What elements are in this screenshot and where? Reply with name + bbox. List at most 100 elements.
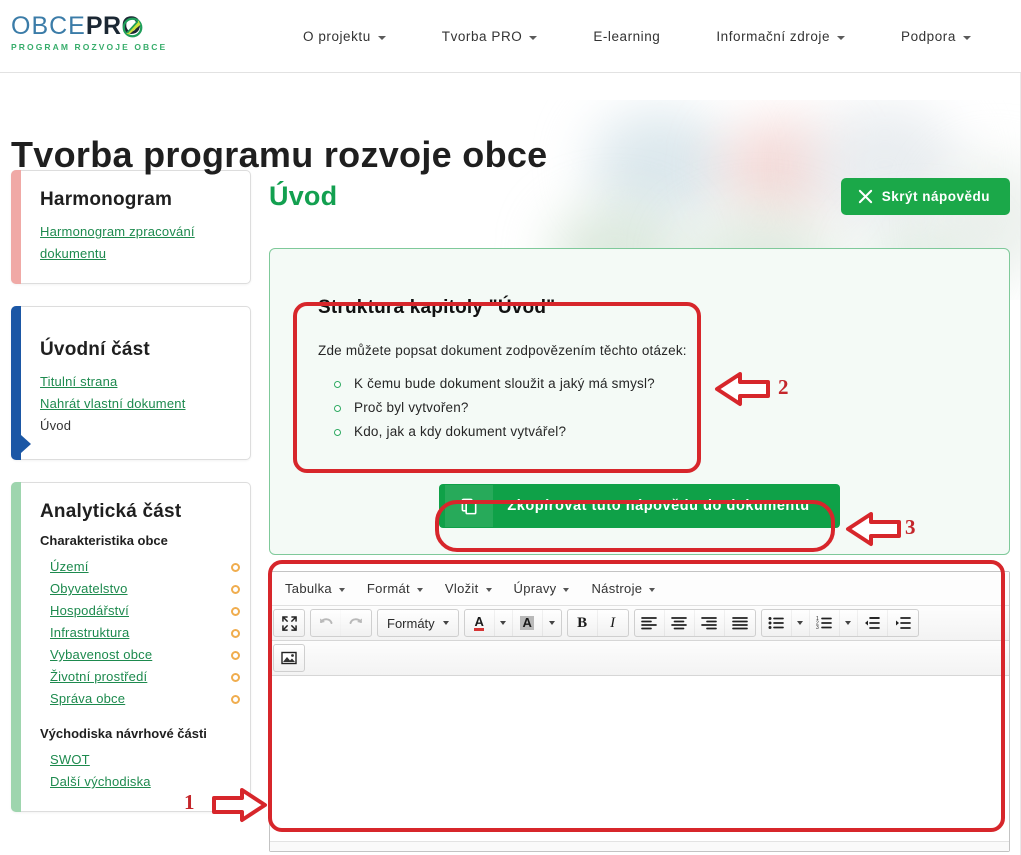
help-question-list: K čemu bude dokument sloužit a jaký má s… bbox=[318, 372, 690, 444]
numbered-list-dropdown[interactable] bbox=[840, 610, 858, 636]
site-logo[interactable]: OBCE PRO PROGRAM ROZVOJE OBCE bbox=[11, 12, 191, 52]
chevron-down-icon bbox=[797, 621, 804, 625]
nav-item-o-projektu[interactable]: O projektu bbox=[275, 29, 414, 44]
align-center-icon[interactable] bbox=[665, 610, 695, 636]
outdent-icon[interactable] bbox=[858, 610, 888, 636]
sidebar-card-analyticka-cast: Analytická část Charakteristika obce Úze… bbox=[11, 482, 251, 812]
sidebar-link-nahrat-vlastni-dokument[interactable]: Nahrát vlastní dokument bbox=[40, 393, 232, 415]
status-circle-icon bbox=[231, 672, 240, 682]
status-circle-icon bbox=[231, 584, 240, 594]
align-right-icon[interactable] bbox=[695, 610, 725, 636]
chevron-down-icon bbox=[377, 35, 386, 40]
chevron-down-icon bbox=[837, 35, 846, 40]
sidebar-item-vybavenost-obce[interactable]: Vybavenost obce bbox=[40, 644, 240, 666]
chevron-down-icon bbox=[649, 587, 656, 592]
sidebar-item-sprava-obce[interactable]: Správa obce bbox=[40, 688, 240, 710]
copy-help-button[interactable]: Zkopírovat tuto nápovědu do dokumentu bbox=[439, 484, 840, 528]
formats-dropdown[interactable]: Formáty bbox=[378, 610, 458, 636]
chevron-down-icon bbox=[962, 35, 971, 40]
sidebar-item-hospodarstvi[interactable]: Hospodářství bbox=[40, 600, 240, 622]
sidebar-link-label[interactable]: Vybavenost obce bbox=[50, 644, 152, 666]
menu-label: Formát bbox=[366, 581, 410, 596]
editor-menu-vlozit[interactable]: Vložit bbox=[434, 576, 503, 601]
bullet-list-icon[interactable] bbox=[762, 610, 792, 636]
nav-item-informacni-zdroje[interactable]: Informační zdroje bbox=[688, 29, 873, 44]
editor-menu-format[interactable]: Formát bbox=[356, 576, 434, 601]
toolbar-group-colors: A A bbox=[463, 609, 562, 637]
sidebar-link-label[interactable]: Infrastruktura bbox=[50, 622, 129, 644]
card-accent-bar bbox=[11, 306, 21, 460]
section-header: Úvod Skrýt nápovědu bbox=[269, 170, 1010, 222]
chevron-down-icon bbox=[485, 587, 492, 592]
text-color-dropdown[interactable] bbox=[495, 610, 513, 636]
nav-label: Tvorba PRO bbox=[441, 29, 523, 44]
bold-icon[interactable]: B bbox=[568, 610, 598, 636]
sidebar-item-zivotni-prostredi[interactable]: Životní prostředí bbox=[40, 666, 240, 688]
active-section-pointer-icon bbox=[21, 435, 31, 453]
sidebar-card-title: Analytická část bbox=[40, 501, 182, 522]
numbered-list-icon[interactable]: 123 bbox=[810, 610, 840, 636]
background-color-icon[interactable]: A bbox=[513, 610, 543, 636]
sidebar-item-obyvatelstvo[interactable]: Obyvatelstvo bbox=[40, 578, 240, 600]
help-list-item: Proč byl vytvořen? bbox=[334, 396, 690, 420]
toolbar-group-history bbox=[310, 609, 372, 637]
toolbar-group-style: B I bbox=[566, 609, 629, 637]
nav-label: Informační zdroje bbox=[716, 29, 831, 44]
sidebar-item-infrastruktura[interactable]: Infrastruktura bbox=[40, 622, 240, 644]
nav-label: E-learning bbox=[593, 29, 661, 44]
sidebar-link-label[interactable]: Správa obce bbox=[50, 688, 125, 710]
help-intro-text: Zde můžete popsat dokument zodpovězením … bbox=[318, 343, 687, 358]
nav-item-podpora[interactable]: Podpora bbox=[873, 29, 999, 44]
sidebar-link-label[interactable]: Obyvatelstvo bbox=[50, 578, 128, 600]
undo-icon[interactable] bbox=[311, 610, 341, 636]
align-justify-icon[interactable] bbox=[725, 610, 755, 636]
nav-item-tvorba-pro[interactable]: Tvorba PRO bbox=[414, 29, 566, 44]
svg-text:3: 3 bbox=[816, 625, 819, 630]
sidebar-link-label[interactable]: Další východiska bbox=[50, 771, 151, 793]
chevron-down-icon bbox=[548, 621, 555, 625]
menu-label: Vložit bbox=[444, 581, 479, 596]
sidebar-link-harmonogram-zpracovani[interactable]: Harmonogram zpracování dokumentu bbox=[40, 221, 232, 265]
sidebar-item-uvod-active[interactable]: Úvod bbox=[40, 415, 232, 437]
editor-toolbar-row-1: Formáty A A B I 1 2 3 bbox=[270, 606, 1009, 641]
sidebar-link-label[interactable]: Hospodářství bbox=[50, 600, 129, 622]
sidebar-card-title: Harmonogram bbox=[40, 189, 173, 210]
insert-image-icon[interactable] bbox=[274, 645, 304, 671]
sidebar-link-label[interactable]: SWOT bbox=[50, 749, 90, 771]
italic-icon[interactable]: I bbox=[598, 610, 628, 636]
chevron-down-icon bbox=[442, 621, 449, 625]
sidebar-link-label[interactable]: Území bbox=[50, 556, 89, 578]
chevron-down-icon bbox=[845, 621, 852, 625]
sidebar-item-dalsi-vychodiska[interactable]: Další východiska bbox=[40, 771, 240, 793]
align-left-icon[interactable] bbox=[635, 610, 665, 636]
editor-menu-tabulka[interactable]: Tabulka bbox=[274, 576, 356, 601]
text-color-icon[interactable]: A bbox=[465, 610, 495, 636]
logo-text-obce: OBCE bbox=[11, 12, 86, 40]
nav-label: Podpora bbox=[901, 29, 956, 44]
sidebar-card-title: Úvodní část bbox=[40, 339, 150, 360]
sidebar-link-titulni-strana[interactable]: Titulní strana bbox=[40, 371, 232, 393]
redo-icon[interactable] bbox=[341, 610, 371, 636]
rich-text-editor: Tabulka Formát Vložit Úpravy Nástroje Fo… bbox=[269, 571, 1010, 852]
editor-menu-upravy[interactable]: Úpravy bbox=[503, 576, 581, 601]
sidebar-item-uzemi[interactable]: Území bbox=[40, 556, 240, 578]
nav-item-e-learning[interactable]: E-learning bbox=[565, 29, 688, 44]
fullscreen-icon[interactable] bbox=[274, 610, 304, 636]
close-x-icon bbox=[858, 189, 873, 204]
status-circle-icon bbox=[231, 628, 240, 638]
hide-help-label: Skrýt nápovědu bbox=[881, 188, 990, 204]
help-panel: Struktura kapitoly "Úvod" Zde můžete pop… bbox=[269, 248, 1010, 555]
copy-help-label: Zkopírovat tuto nápovědu do dokumentu bbox=[507, 498, 810, 514]
editor-content-area[interactable] bbox=[270, 676, 1009, 841]
background-color-dropdown[interactable] bbox=[543, 610, 561, 636]
indent-icon[interactable] bbox=[888, 610, 918, 636]
page-title: Tvorba programu rozvoje obce bbox=[11, 134, 548, 176]
bullet-list-dropdown[interactable] bbox=[792, 610, 810, 636]
toolbar-group-formats: Formáty bbox=[377, 609, 459, 637]
toolbar-group-alignment bbox=[633, 609, 756, 637]
sidebar-item-swot[interactable]: SWOT bbox=[40, 749, 240, 771]
hide-help-button[interactable]: Skrýt nápovědu bbox=[840, 177, 1010, 215]
copy-help-row: Zkopírovat tuto nápovědu do dokumentu bbox=[298, 484, 981, 528]
editor-menu-nastroje[interactable]: Nástroje bbox=[580, 576, 666, 601]
sidebar-link-label[interactable]: Životní prostředí bbox=[50, 666, 147, 688]
